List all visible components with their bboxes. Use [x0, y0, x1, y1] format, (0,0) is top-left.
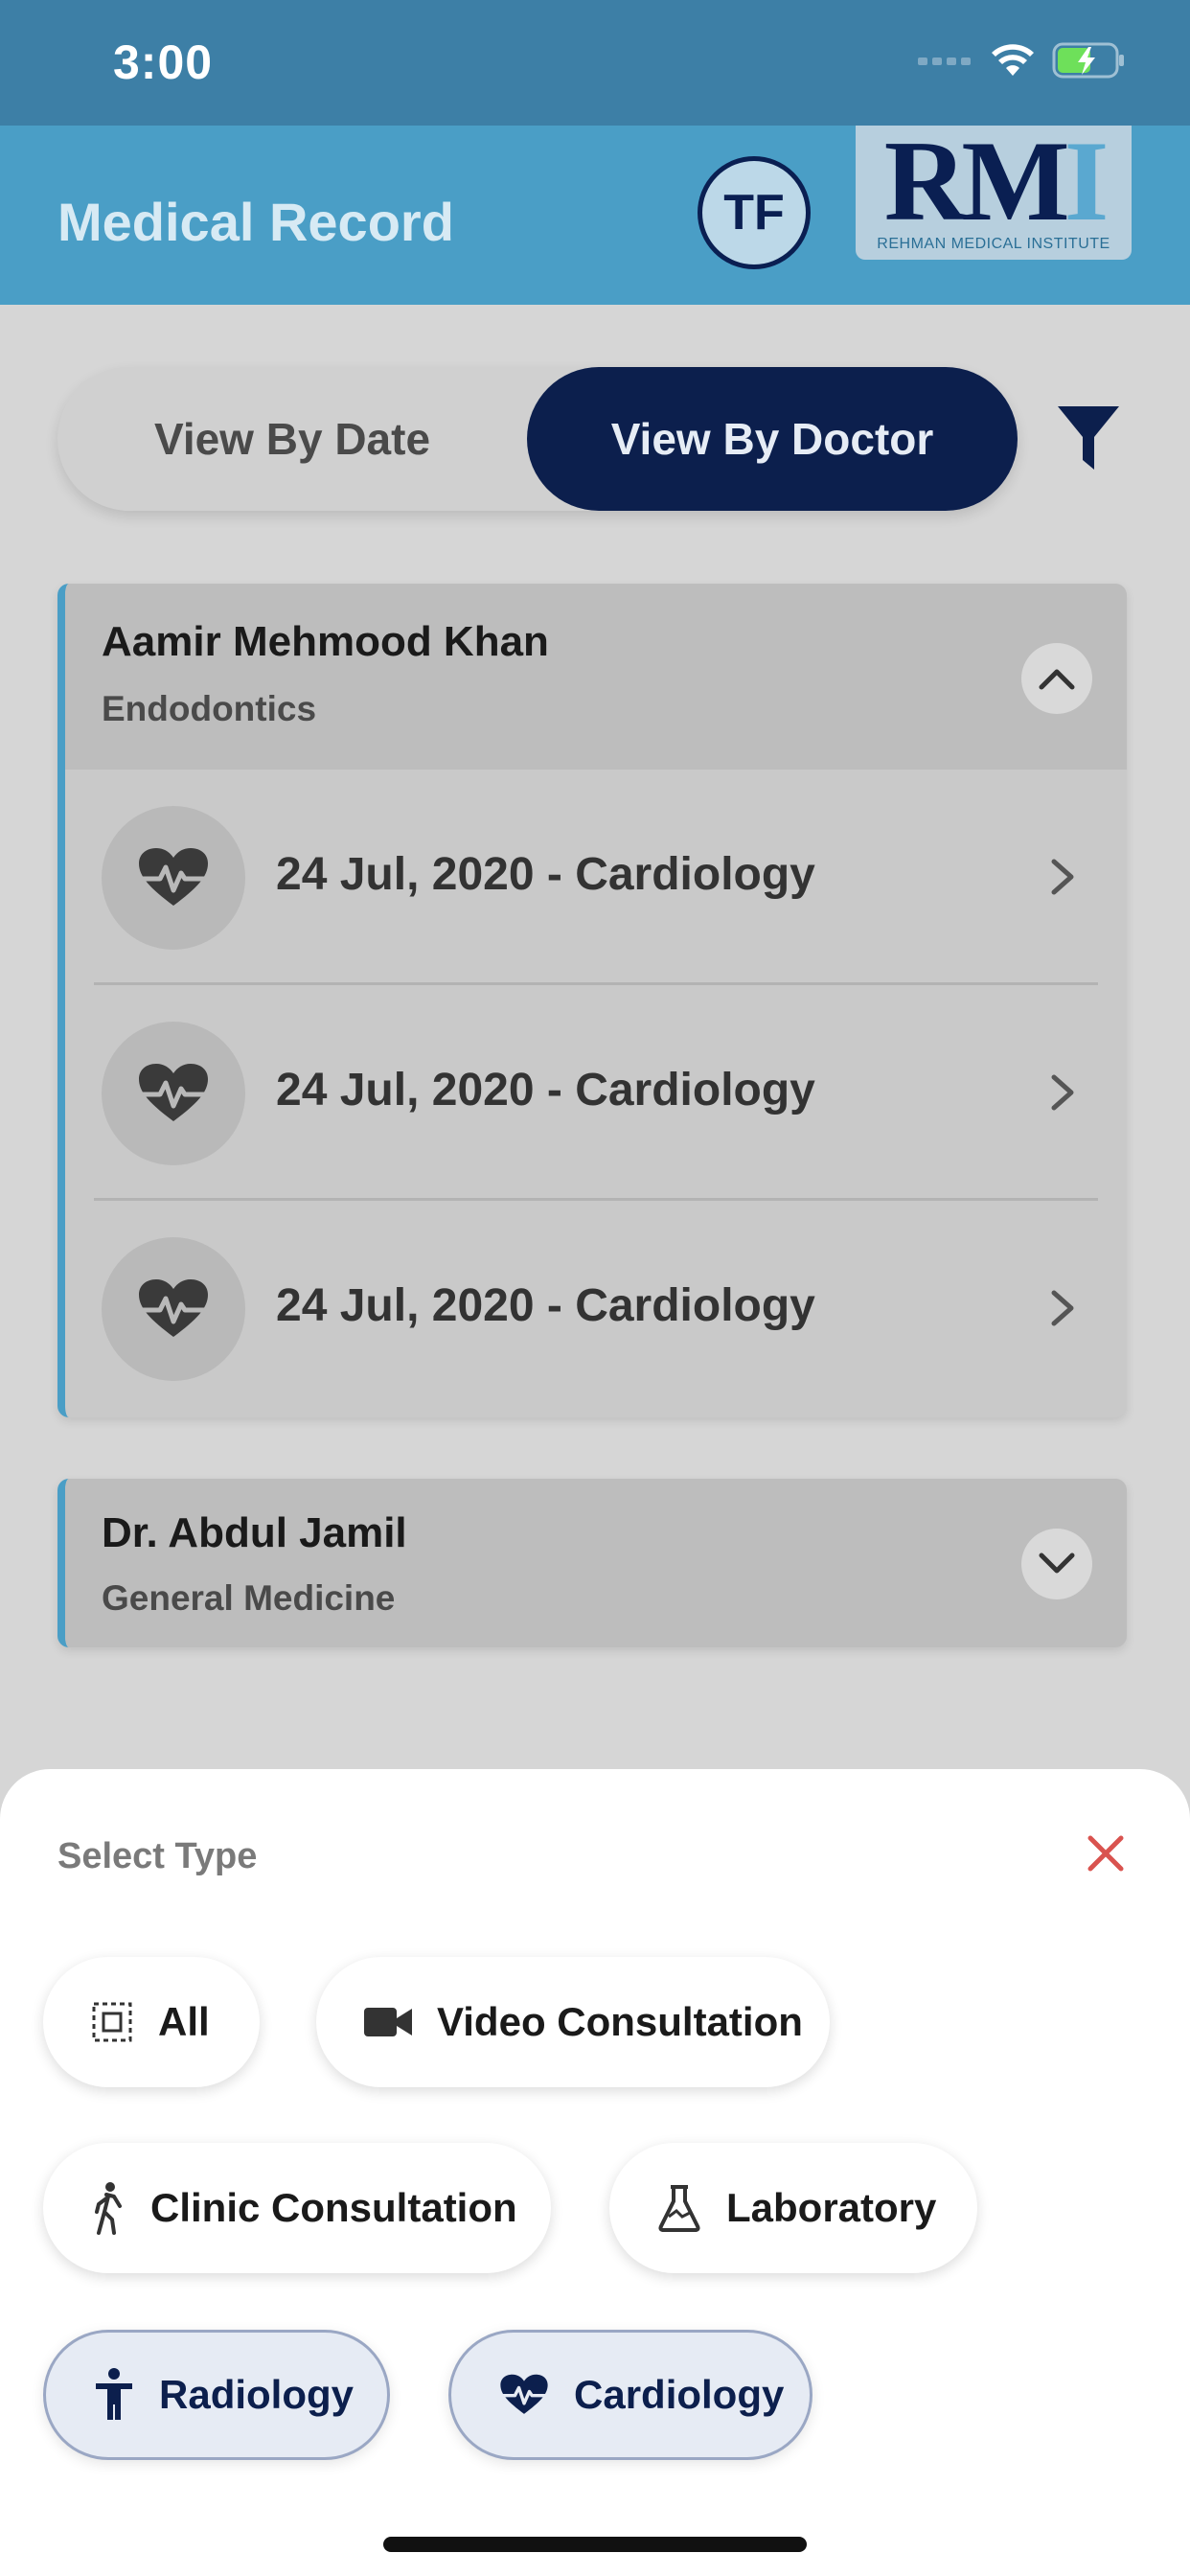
- record-icon-wrap: [102, 806, 245, 950]
- collapse-button[interactable]: [1021, 643, 1092, 714]
- chip-video-consultation[interactable]: Video Consultation: [316, 1957, 830, 2087]
- signal-icon: [918, 58, 971, 65]
- filter-icon[interactable]: [1056, 402, 1121, 473]
- record-label: 24 Jul, 2020 - Cardiology: [276, 1280, 815, 1331]
- walking-person-icon: [95, 2182, 122, 2235]
- chip-cardiology[interactable]: Cardiology: [448, 2330, 812, 2460]
- heart-pulse-icon: [139, 1279, 208, 1337]
- chip-label: All: [158, 1999, 210, 2044]
- chip-label: Laboratory: [726, 2185, 937, 2230]
- logo-mark: RMI: [883, 117, 1110, 244]
- rmi-logo: RMI REHMAN MEDICAL INSTITUTE: [856, 117, 1132, 260]
- record-row[interactable]: 24 Jul, 2020 - Cardiology: [94, 770, 1098, 985]
- flask-icon: [658, 2185, 700, 2232]
- record-label: 24 Jul, 2020 - Cardiology: [276, 849, 815, 900]
- doctor-card-header[interactable]: Dr. Abdul Jamil General Medicine: [65, 1479, 1127, 1647]
- doctor-name: Dr. Abdul Jamil: [102, 1509, 407, 1556]
- heart-pulse-icon: [139, 1064, 208, 1121]
- doctor-card: Dr. Abdul Jamil General Medicine: [57, 1479, 1127, 1647]
- chevron-up-icon: [1039, 669, 1075, 690]
- select-type-sheet: Select Type All Video Consultation Clini…: [0, 1769, 1190, 2576]
- status-time: 3:00: [113, 35, 214, 89]
- chevron-right-icon: [1051, 859, 1074, 895]
- heart-pulse-icon: [139, 848, 208, 906]
- app-header: Medical Record TF RMI REHMAN MEDICAL INS…: [0, 117, 1190, 305]
- chip-label: Video Consultation: [437, 1999, 803, 2044]
- record-row[interactable]: 24 Jul, 2020 - Cardiology: [94, 1201, 1098, 1416]
- expand-button[interactable]: [1021, 1529, 1092, 1599]
- wifi-icon: [992, 44, 1034, 76]
- record-label: 24 Jul, 2020 - Cardiology: [276, 1065, 815, 1116]
- chip-all[interactable]: All: [43, 1957, 260, 2087]
- chip-laboratory[interactable]: Laboratory: [609, 2143, 977, 2273]
- close-icon[interactable]: [1085, 1832, 1127, 1874]
- chevron-right-icon: [1051, 1074, 1074, 1111]
- chip-label: Cardiology: [574, 2372, 785, 2417]
- logo-subtitle: REHMAN MEDICAL INSTITUTE: [877, 236, 1110, 252]
- avatar[interactable]: TF: [698, 156, 811, 269]
- record-icon-wrap: [102, 1022, 245, 1165]
- record-row[interactable]: 24 Jul, 2020 - Cardiology: [94, 985, 1098, 1201]
- heart-pulse-icon: [500, 2374, 548, 2414]
- home-indicator[interactable]: [383, 2537, 807, 2552]
- record-icon-wrap: [102, 1237, 245, 1381]
- view-by-doctor-button[interactable]: View By Doctor: [527, 367, 1018, 511]
- doctor-specialty: General Medicine: [102, 1578, 396, 1618]
- chip-label: Radiology: [159, 2372, 355, 2417]
- chip-clinic-consultation[interactable]: Clinic Consultation: [43, 2143, 551, 2273]
- doctor-specialty: Endodontics: [102, 689, 317, 728]
- status-bar: 3:00: [0, 0, 1190, 126]
- chip-label: Clinic Consultation: [150, 2185, 517, 2230]
- doctor-card-header[interactable]: Aamir Mehmood Khan Endodontics: [65, 584, 1127, 770]
- chip-radiology[interactable]: Radiology: [43, 2330, 390, 2460]
- select-all-icon: [92, 2002, 132, 2042]
- view-toggle: View By Date View By Doctor: [57, 367, 1018, 511]
- page-title: Medical Record: [57, 192, 454, 252]
- view-by-date-button[interactable]: View By Date: [57, 367, 527, 511]
- doctor-card: Aamir Mehmood Khan Endodontics 24 Jul, 2…: [57, 584, 1127, 1417]
- sheet-title: Select Type: [57, 1836, 258, 1876]
- chevron-down-icon: [1039, 1552, 1075, 1574]
- battery-charging-icon: [1052, 42, 1124, 79]
- doctor-name: Aamir Mehmood Khan: [102, 618, 549, 665]
- person-accessibility-icon: [96, 2368, 132, 2420]
- videocam-icon: [364, 2008, 412, 2036]
- chevron-right-icon: [1051, 1290, 1074, 1326]
